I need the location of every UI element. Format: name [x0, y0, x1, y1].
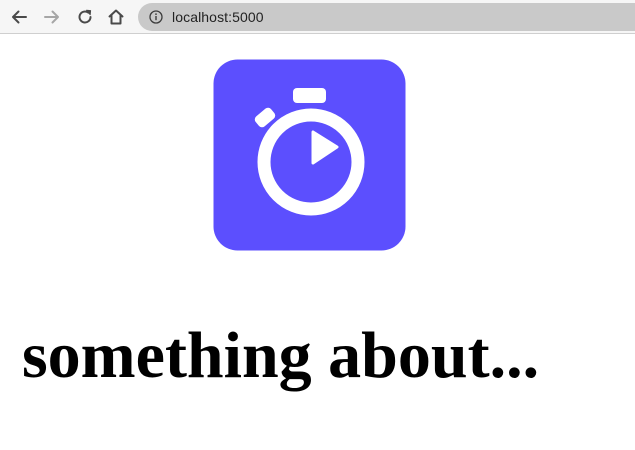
back-button[interactable] [7, 5, 31, 29]
reload-icon [76, 8, 94, 26]
address-bar[interactable]: localhost:5000 [138, 3, 635, 31]
browser-window: localhost:5000 something about... [0, 0, 635, 450]
home-button[interactable] [104, 5, 128, 29]
browser-toolbar: localhost:5000 [0, 0, 635, 34]
forward-button[interactable] [40, 5, 64, 29]
reload-button[interactable] [73, 5, 97, 29]
stopwatch-icon [213, 59, 406, 251]
arrow-right-icon [43, 8, 61, 26]
page-heading: something about... [22, 319, 540, 392]
app-logo [213, 59, 406, 251]
arrow-left-icon [10, 8, 28, 26]
info-icon[interactable] [148, 9, 164, 25]
url-text[interactable]: localhost:5000 [172, 9, 264, 25]
home-icon [107, 8, 125, 26]
page-content: something about... [0, 35, 635, 450]
